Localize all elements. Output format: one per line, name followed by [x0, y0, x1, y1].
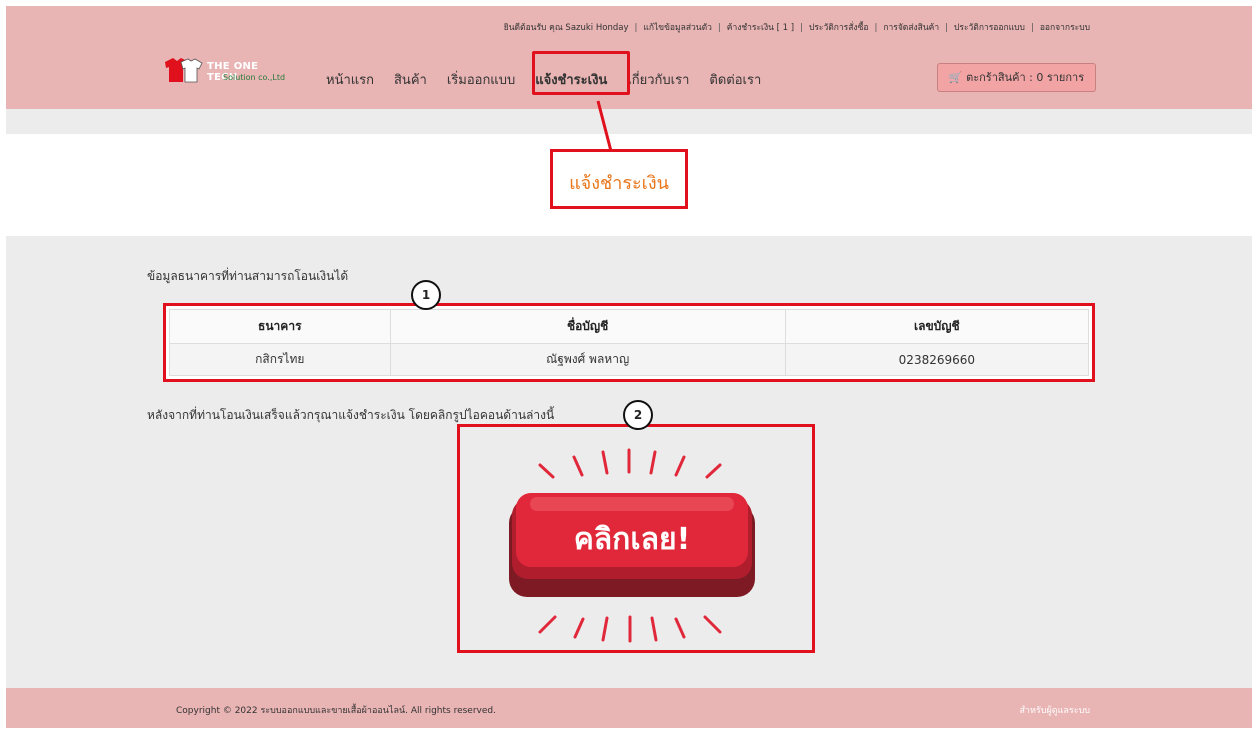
col-account-name: ชื่อบัญชี [389, 309, 786, 344]
order-history-link[interactable]: ประวัติการสั่งซื้อ [809, 23, 869, 33]
annotation-marker-2: 2 [623, 400, 653, 430]
click-now-highlight: คลิกเลย! [457, 424, 815, 653]
cell-account-name: ณัฐพงศ์ พลหาญ [389, 343, 786, 376]
bank-table-highlight: ธนาคาร ชื่อบัญชี เลขบัญชี กสิกรไทย ณัฐพง… [163, 303, 1095, 382]
bank-table: ธนาคาร ชื่อบัญชี เลขบัญชี กสิกรไทย ณัฐพง… [169, 309, 1090, 376]
shipping-link[interactable]: การจัดส่งสินค้า [883, 23, 939, 33]
browser-page: ยินดีต้อนรับ คุณ Sazuki Honday | แก้ไขข้อม… [6, 6, 1252, 728]
cell-bank: กสิกรไทย [169, 343, 391, 376]
nav-start-design[interactable]: เริ่มออกแบบ [437, 69, 525, 90]
nav-products[interactable]: สินค้า [384, 69, 437, 90]
shirt-logo-icon [165, 58, 203, 83]
nav-home[interactable]: หน้าแรก [316, 69, 384, 90]
site-logo[interactable]: THE ONE TECH Solution co.,Ltd [161, 56, 291, 86]
annotation-marker-1: 1 [411, 280, 441, 310]
welcome-text: ยินดีต้อนรับ คุณ Sazuki Honday [503, 23, 629, 33]
user-links: ยินดีต้อนรับ คุณ Sazuki Honday | แก้ไขข้อม… [503, 23, 1090, 33]
design-history-link[interactable]: ประวัติการออกแบบ [954, 23, 1025, 33]
bank-info-label: ข้อมูลธนาคารที่ท่านสามารถโอนเงินได้ [147, 269, 349, 283]
click-now-button[interactable]: คลิกเลย! [460, 427, 812, 650]
table-row: กสิกรไทย ณัฐพงศ์ พลหาญ 0238269660 [169, 343, 1090, 376]
burst-lines-bottom [538, 615, 722, 643]
page-title-highlight: แจ้งชำระเงิน [550, 149, 688, 209]
pending-payment-link[interactable]: ค้างชำระเงิน [ 1 ] [727, 23, 794, 33]
footer: Copyright © 2022 ระบบออกแบบและขายเสื้อผ้… [6, 688, 1252, 728]
cart-icon: 🛒 [948, 71, 963, 84]
copyright-text: Copyright © 2022 ระบบออกแบบและขายเสื้อผ้… [176, 706, 496, 716]
edit-profile-link[interactable]: แก้ไขข้อมูลส่วนตัว [643, 23, 712, 33]
cell-account-number: 0238269660 [784, 343, 1090, 376]
burst-lines-top [538, 448, 722, 479]
page-title: แจ้งชำระเงิน [569, 173, 669, 194]
logout-link[interactable]: ออกจากระบบ [1040, 23, 1090, 33]
top-bar: ยินดีต้อนรับ คุณ Sazuki Honday | แก้ไขข้อม… [6, 6, 1252, 49]
cart-button[interactable]: 🛒 ตะกร้าสินค้า : 0 รายการ [937, 63, 1096, 92]
admin-link[interactable]: สำหรับผู้ดูแลระบบ [1019, 703, 1090, 717]
col-bank: ธนาคาร [169, 309, 391, 344]
nav-payment-highlight [532, 51, 630, 95]
col-account-number: เลขบัญชี [784, 309, 1090, 344]
after-transfer-label: หลังจากที่ท่านโอนเงินเสร็จแล้วกรุณาแจ้งช… [147, 408, 555, 422]
click-now-label: คลิกเลย! [574, 522, 691, 557]
nav-contact[interactable]: ติดต่อเรา [699, 69, 771, 90]
